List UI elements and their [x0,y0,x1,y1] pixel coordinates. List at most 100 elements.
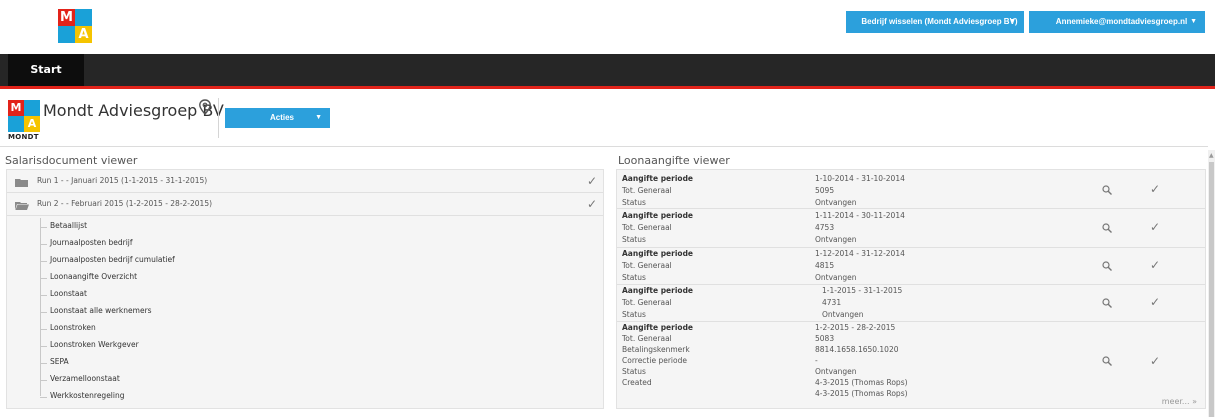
map-pin-icon[interactable] [198,99,212,115]
brand-logo[interactable]: M A [58,9,92,43]
actions-label: Acties [269,113,294,122]
salaris-viewer-title: Salarisdocument viewer [5,154,138,167]
switch-company-label: Bedrijf wisselen (Mondt Adviesgroep BV) [861,17,1018,26]
logo-m: M [58,9,75,26]
check-icon: ✓ [1150,354,1161,368]
search-icon[interactable] [1102,185,1112,195]
entry-value: 4-3-2015 (Thomas Rops) [815,389,908,398]
company-logo: M A [8,100,40,133]
divider [218,98,219,138]
search-icon[interactable] [1102,261,1112,271]
aangifte-entry: Aangifte periode 1-1-2015 - 31-1-2015 To… [617,285,1205,322]
tree-item[interactable]: SEPA [40,354,340,372]
entry-key: Status [622,273,646,282]
entry-value: 4753 [815,223,835,232]
entry-key: Betalingskenmerk [622,345,690,354]
search-icon[interactable] [1102,223,1112,233]
tree-item[interactable]: Journaalposten bedrijf [40,235,340,253]
entry-value: - [815,356,818,365]
check-icon: ✓ [1150,182,1161,196]
search-icon[interactable] [1102,298,1112,308]
logo-tile [24,100,40,116]
entry-value: Ontvangen [815,235,857,244]
document-link[interactable]: Journaalposten bedrijf cumulatief [50,255,175,264]
document-link[interactable]: Journaalposten bedrijf [50,238,133,247]
run-label: Run 2 - - Februari 2015 (1-2-2015 - 28-2… [37,199,213,208]
top-header: M A Bedrijf wisselen (Mondt Adviesgroep … [0,0,1215,54]
folder-open-icon [15,202,29,210]
entry-value: 1-10-2014 - 31-10-2014 [815,174,905,183]
aangifte-entry: Aangifte periode 1-10-2014 - 31-10-2014 … [617,170,1205,209]
tree-branch [40,363,47,364]
document-link[interactable]: Loonaangifte Overzicht [50,272,137,281]
document-link[interactable]: SEPA [50,357,69,366]
entry-value: 1-1-2015 - 31-1-2015 [822,286,903,295]
document-link[interactable]: Verzamelloonstaat [50,374,120,383]
search-icon[interactable] [1102,356,1112,366]
tree-branch [40,227,47,228]
main-nav: Start [0,54,1215,89]
tree-branch [40,346,47,347]
company-logo-text: MONDT [8,133,39,141]
entry-value: Ontvangen [815,367,857,376]
entry-key: Created [622,378,652,387]
user-menu-button[interactable]: Annemieke@mondtadviesgroep.nl ▼ [1029,11,1205,33]
entry-key: Tot. Generaal [622,298,672,307]
tree-branch [40,380,47,381]
entry-value: 4731 [822,298,842,307]
document-link[interactable]: Betaallijst [50,221,87,230]
logo-a: A [75,26,92,43]
document-link[interactable]: Loonstaat [50,289,87,298]
entry-value: Ontvangen [815,198,857,207]
entry-key: Status [622,198,646,207]
entry-key: Status [622,310,646,319]
run-row[interactable]: Run 1 - - Januari 2015 (1-1-2015 - 31-1-… [7,170,603,193]
scrollbar-thumb[interactable] [1209,162,1214,417]
tab-start[interactable]: Start [8,54,84,86]
entry-key: Tot. Generaal [622,261,672,270]
document-link[interactable]: Loonstroken Werkgever [50,340,139,349]
run-row[interactable]: Run 2 - - Februari 2015 (1-2-2015 - 28-2… [7,193,603,216]
entry-key: Tot. Generaal [622,186,672,195]
document-link[interactable]: Werkkostenregeling [50,391,125,400]
page-scrollbar[interactable]: ▲ [1208,150,1215,417]
entry-value: Ontvangen [815,273,857,282]
more-link[interactable]: meer... » [1162,397,1197,406]
entry-value: 8814.1658.1650.1020 [815,345,899,354]
entry-key: Aangifte periode [622,174,694,183]
user-label: Annemieke@mondtadviesgroep.nl [1055,17,1188,26]
aangifte-entry: Aangifte periode 1-11-2014 - 30-11-2014 … [617,209,1205,248]
tree-item[interactable]: Loonstaat alle werknemers [40,303,340,321]
folder-icon [15,179,28,187]
tree-branch [40,295,47,296]
entry-key: Status [622,367,646,376]
document-link[interactable]: Loonstaat alle werknemers [50,306,152,315]
logo-a: A [24,116,40,132]
aangifte-entry: Aangifte periode 1-12-2014 - 31-12-2014 … [617,248,1205,285]
tree-item[interactable]: Loonaangifte Overzicht [40,269,340,287]
check-icon: ✓ [586,197,597,211]
actions-dropdown[interactable]: Acties ▼ [225,108,330,128]
tree-branch [40,397,47,398]
entry-key: Aangifte periode [622,211,694,220]
tree-item[interactable]: Loonstroken Werkgever [40,337,340,355]
entry-value: 1-11-2014 - 30-11-2014 [815,211,905,220]
tree-item[interactable]: Loonstroken [40,320,340,338]
entry-key: Tot. Generaal [622,334,672,343]
entry-key: Tot. Generaal [622,223,672,232]
tree-branch [40,329,47,330]
entry-value: 1-12-2014 - 31-12-2014 [815,249,905,258]
scroll-up-icon[interactable]: ▲ [1209,152,1214,159]
tree-item[interactable]: Loonstaat [40,286,340,304]
company-header: M A MONDT Mondt Adviesgroep BV Acties ▼ [0,93,1215,145]
run-label: Run 1 - - Januari 2015 (1-1-2015 - 31-1-… [37,176,208,185]
switch-company-button[interactable]: Bedrijf wisselen (Mondt Adviesgroep BV) … [846,11,1024,33]
tree-item[interactable]: Betaallijst [40,218,340,236]
tree-item[interactable]: Verzamelloonstaat [40,371,340,389]
aangifte-entry: Aangifte periode 1-2-2015 - 28-2-2015 To… [617,322,1205,400]
document-link[interactable]: Loonstroken [50,323,96,332]
tree-item[interactable]: Werkkostenregeling [40,388,340,406]
entry-value: 1-2-2015 - 28-2-2015 [815,323,896,332]
logo-tile [58,26,75,43]
tree-item[interactable]: Journaalposten bedrijf cumulatief [40,252,340,270]
